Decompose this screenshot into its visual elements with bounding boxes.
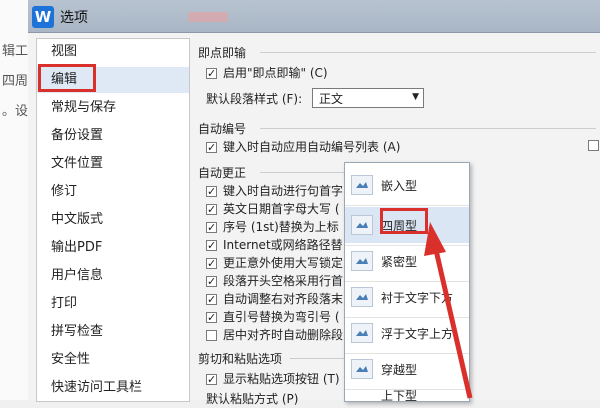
- annotation-arrow: [424, 222, 473, 399]
